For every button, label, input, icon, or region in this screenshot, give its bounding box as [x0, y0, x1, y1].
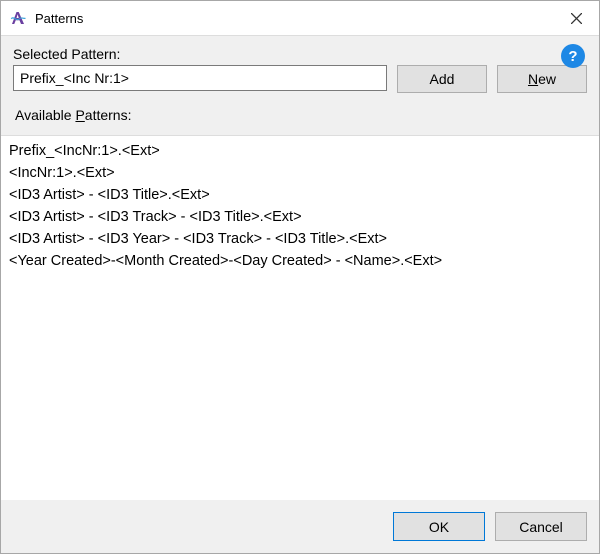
list-item[interactable]: <IncNr:1>.<Ext>	[9, 162, 591, 184]
new-button-rest: ew	[538, 71, 556, 87]
selected-pattern-label: Selected Pattern:	[13, 46, 587, 62]
app-icon	[9, 9, 27, 27]
close-icon	[571, 13, 582, 24]
new-button-mnemonic: N	[528, 71, 538, 87]
close-button[interactable]	[553, 1, 599, 35]
cancel-button[interactable]: Cancel	[495, 512, 587, 541]
selected-pattern-row: Add New	[13, 65, 587, 93]
dialog-button-row: OK Cancel	[1, 500, 599, 553]
dialog-body: ? Selected Pattern: Add New Available Pa…	[1, 36, 599, 553]
ok-button[interactable]: OK	[393, 512, 485, 541]
patterns-dialog: Patterns ? Selected Pattern: Add New Ava…	[0, 0, 600, 554]
window-title: Patterns	[35, 11, 83, 26]
list-item[interactable]: <ID3 Artist> - <ID3 Title>.<Ext>	[9, 184, 591, 206]
help-icon[interactable]: ?	[561, 44, 585, 68]
list-item[interactable]: <ID3 Artist> - <ID3 Year> - <ID3 Track> …	[9, 228, 591, 250]
list-item[interactable]: <Year Created>-<Month Created>-<Day Crea…	[9, 250, 591, 272]
top-panel: ? Selected Pattern: Add New Available Pa…	[1, 36, 599, 135]
titlebar: Patterns	[1, 1, 599, 36]
list-item[interactable]: Prefix_<IncNr:1>.<Ext>	[9, 140, 591, 162]
available-patterns-list[interactable]: Prefix_<IncNr:1>.<Ext> <IncNr:1>.<Ext> <…	[1, 135, 599, 500]
new-button[interactable]: New	[497, 65, 587, 93]
list-item[interactable]: <ID3 Artist> - <ID3 Track> - <ID3 Title>…	[9, 206, 591, 228]
available-patterns-label: Available Patterns:	[13, 107, 587, 123]
add-button[interactable]: Add	[397, 65, 487, 93]
selected-pattern-input[interactable]	[13, 65, 387, 91]
